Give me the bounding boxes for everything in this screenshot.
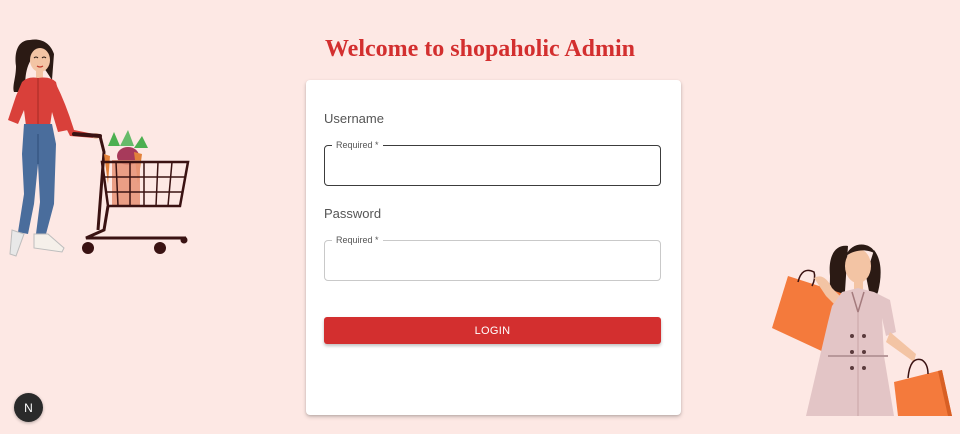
password-label: Password [324,206,382,221]
nextjs-logo-icon[interactable]: N [14,393,43,422]
password-floating-label: Required * [332,234,383,246]
login-card: Username Required * Password Required * … [306,80,681,415]
page-title: Welcome to shopaholic Admin [324,36,636,62]
username-input[interactable] [325,146,660,185]
password-input[interactable] [325,241,660,280]
woman-with-shopping-cart-illustration [8,39,190,257]
login-page: Welcome to shopaholic Admin Username Req… [0,0,960,434]
login-button[interactable]: LOGIN [324,317,661,344]
woman-with-shopping-bags-illustration [772,244,952,416]
username-field[interactable]: Required * [324,139,661,186]
username-label: Username [324,111,384,126]
password-field[interactable]: Required * [324,234,661,281]
username-floating-label: Required * [332,139,383,151]
